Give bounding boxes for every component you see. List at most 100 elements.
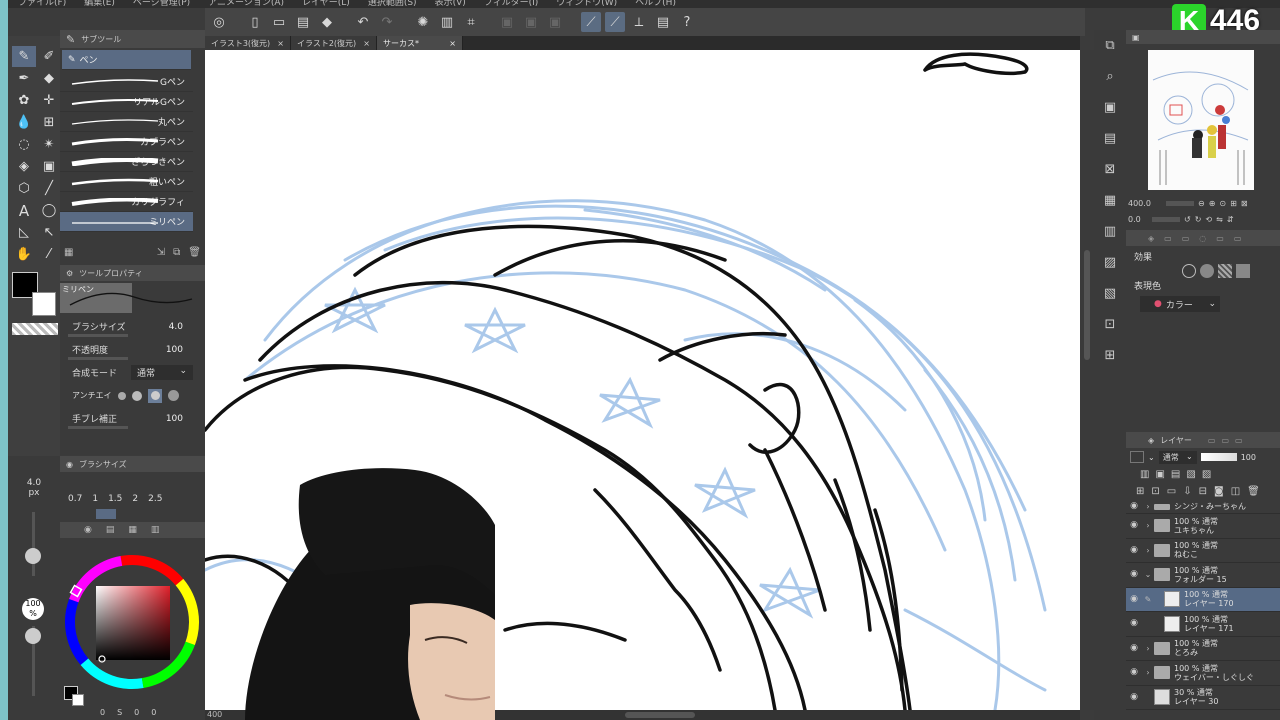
stabilization-row[interactable]: 手ブレ補正 100 bbox=[60, 407, 205, 430]
magic-wand-icon[interactable]: ✴ bbox=[37, 134, 61, 155]
color-wheel[interactable] bbox=[60, 550, 205, 695]
new-raster-layer-icon[interactable]: ⊞ bbox=[1136, 486, 1144, 497]
flip-horizontal-icon[interactable]: ⇋ bbox=[1216, 215, 1223, 224]
eye-icon[interactable]: ◉ bbox=[1126, 545, 1142, 555]
antialias-weak-icon[interactable] bbox=[132, 390, 142, 401]
chevron-right-icon[interactable]: › bbox=[1142, 644, 1154, 653]
eye-icon[interactable]: ◉ bbox=[1126, 502, 1142, 511]
move-tool-icon[interactable]: ✛ bbox=[37, 90, 61, 111]
tone-icon[interactable] bbox=[1218, 264, 1232, 278]
text-tool-icon[interactable]: A bbox=[12, 200, 36, 221]
lock-icon[interactable]: ▧ bbox=[1186, 469, 1195, 480]
layer-blend-select[interactable]: 通常 ⌄ bbox=[1158, 450, 1197, 464]
blend-tool-icon[interactable]: 💧 bbox=[12, 112, 36, 133]
chevron-right-icon[interactable]: › bbox=[1142, 668, 1154, 677]
opacity-slider-knob[interactable] bbox=[25, 628, 41, 644]
size-preset[interactable]: 2.5 bbox=[148, 494, 162, 504]
menu-page[interactable]: ページ管理(P) bbox=[133, 0, 190, 8]
item-bank-icon[interactable]: ▨ bbox=[1094, 247, 1126, 278]
menu-selection[interactable]: 選択範囲(S) bbox=[368, 0, 417, 8]
size-preset[interactable]: 0.7 bbox=[68, 494, 82, 504]
layer-row[interactable]: ◉ › 100 % 通常 ねむこ bbox=[1126, 539, 1280, 563]
pencil-tool-icon[interactable]: ✐ bbox=[37, 46, 61, 67]
subtool-current[interactable]: ✎ ペン bbox=[62, 50, 191, 70]
layer-row[interactable]: ◉ 100 % 通常 レイヤー 171 bbox=[1126, 612, 1280, 637]
subtool-item[interactable]: リアルGペン bbox=[60, 92, 193, 112]
size-preset[interactable]: 1.5 bbox=[108, 494, 122, 504]
timeline-icon[interactable]: ⊞ bbox=[1094, 340, 1126, 371]
new-file-icon[interactable]: ▯ bbox=[245, 12, 265, 32]
size-preset[interactable]: 1 bbox=[92, 494, 98, 504]
eyedropper-tool-icon[interactable]: ⁄ bbox=[37, 244, 61, 265]
save-icon[interactable]: ▤ bbox=[293, 12, 313, 32]
size-slider-track[interactable] bbox=[32, 512, 35, 576]
subtool-item[interactable]: Gペン bbox=[60, 72, 193, 92]
size-slider-knob[interactable] bbox=[25, 548, 41, 564]
blend-mode-select[interactable]: 通常 ⌄ bbox=[131, 365, 194, 380]
fit-icon[interactable]: ⊙ bbox=[1219, 199, 1226, 208]
eye-icon[interactable]: ◉ bbox=[1126, 643, 1142, 653]
eye-icon[interactable]: ◉ bbox=[1126, 692, 1142, 702]
clip-studio-icon[interactable]: ◎ bbox=[209, 12, 229, 32]
clip-icon[interactable]: ▥ bbox=[1140, 469, 1149, 480]
delete-layer-icon[interactable]: 🗑 bbox=[1247, 486, 1260, 497]
snap-special-ruler-icon[interactable]: ⟋ bbox=[605, 12, 625, 32]
combine-icon[interactable]: ⊟ bbox=[1199, 486, 1207, 497]
tab-close-icon[interactable]: × bbox=[277, 39, 284, 48]
subtool-item[interactable]: ざらつきペン bbox=[60, 152, 193, 172]
settings-icon[interactable]: ▤ bbox=[653, 12, 673, 32]
layer-row[interactable]: ◉ ⌄ 100 % 通常 フォルダー 15 bbox=[1126, 563, 1280, 588]
fill-selection-icon[interactable]: ▣ bbox=[545, 12, 565, 32]
new-vector-layer-icon[interactable]: ⊡ bbox=[1151, 486, 1159, 497]
layer-opacity-slider[interactable] bbox=[1200, 453, 1237, 461]
open-file-icon[interactable]: ▭ bbox=[269, 12, 289, 32]
color-slider-tab-icon[interactable]: ▤ bbox=[106, 525, 115, 535]
line-tool-icon[interactable]: ╱ bbox=[37, 178, 61, 199]
navigator-tab-icon[interactable]: ▣ bbox=[1132, 33, 1140, 42]
rotate-right-icon[interactable]: ↻ bbox=[1195, 215, 1202, 224]
chevron-down-icon[interactable]: ⌄ bbox=[1148, 453, 1155, 462]
layer-row[interactable]: ◉ › 100 % 通常 ウェイバー・しぐしぐ bbox=[1126, 661, 1280, 686]
tab-icon[interactable]: ◌ bbox=[1199, 234, 1206, 243]
reset-rotate-icon[interactable]: ⟲ bbox=[1205, 215, 1212, 224]
new-folder-icon[interactable]: ▭ bbox=[1167, 486, 1176, 497]
tab-illust3[interactable]: イラスト3(復元) × bbox=[205, 36, 291, 50]
transfer-down-icon[interactable]: ⇩ bbox=[1183, 486, 1191, 497]
ruler-layer-icon[interactable]: ◫ bbox=[1231, 486, 1240, 497]
loading-icon[interactable]: ✺ bbox=[413, 12, 433, 32]
ruler-tool-icon[interactable]: ◺ bbox=[12, 222, 36, 243]
eye-icon[interactable]: ◉ bbox=[1126, 619, 1142, 628]
reference-icon[interactable]: ▣ bbox=[1155, 469, 1164, 480]
mini-sub-color[interactable] bbox=[72, 694, 84, 706]
transparent-color-swatch[interactable] bbox=[12, 323, 58, 335]
auto-action-icon[interactable]: ▧ bbox=[1094, 278, 1126, 309]
navigator-rotate-slider[interactable] bbox=[1152, 216, 1180, 222]
snap-grid-icon[interactable]: ⟂ bbox=[629, 12, 649, 32]
decoration-tool-icon[interactable]: ✿ bbox=[12, 90, 36, 111]
figure-tool-icon[interactable]: ⬡ bbox=[12, 178, 36, 199]
balloon-tool-icon[interactable]: ◯ bbox=[37, 200, 61, 221]
transform-icon[interactable]: ⌗ bbox=[461, 12, 481, 32]
size-preset-selected[interactable] bbox=[96, 509, 116, 519]
fill-tool-icon[interactable]: ◈ bbox=[12, 156, 36, 177]
tab-icon[interactable]: ▭ bbox=[1234, 234, 1242, 243]
layer-property-tab-icon[interactable]: ◈ bbox=[1148, 234, 1154, 243]
subtool-item[interactable]: 丸ペン bbox=[60, 112, 193, 132]
clear-icon[interactable]: ▣ bbox=[497, 12, 517, 32]
tab-illust2[interactable]: イラスト2(復元) × bbox=[291, 36, 377, 50]
layer-tab-icon[interactable]: ◈ bbox=[1148, 436, 1154, 445]
chevron-right-icon[interactable]: › bbox=[1142, 521, 1154, 530]
subtool-item[interactable]: カブラペン bbox=[60, 132, 193, 152]
eye-icon[interactable]: ◉ bbox=[1126, 570, 1142, 579]
color-history-tab-icon[interactable]: ▥ bbox=[151, 525, 160, 535]
color-expression-select[interactable]: ● カラー ⌄ bbox=[1140, 296, 1220, 312]
blend-mode-row[interactable]: 合成モード 通常 ⌄ bbox=[60, 361, 205, 384]
tab-circus[interactable]: サーカス* × bbox=[377, 36, 463, 50]
object-tool-icon[interactable]: ↖ bbox=[37, 222, 61, 243]
opacity-value[interactable]: 100 bbox=[166, 345, 183, 355]
chevron-right-icon[interactable]: › bbox=[1142, 546, 1154, 555]
navigator-preview[interactable] bbox=[1148, 50, 1254, 190]
navigator-angle-value[interactable]: 0.0 bbox=[1128, 215, 1148, 224]
menu-window[interactable]: ウィンドウ(W) bbox=[556, 0, 617, 8]
pen-group-icon[interactable]: ✎ bbox=[66, 33, 75, 46]
